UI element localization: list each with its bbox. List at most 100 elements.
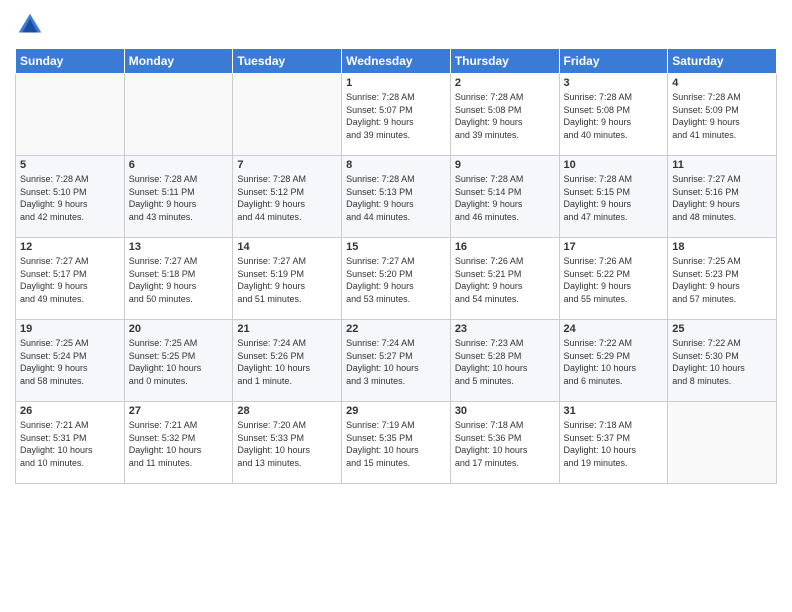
day-info: Sunrise: 7:27 AM Sunset: 5:19 PM Dayligh… [237,255,337,305]
calendar-cell: 20 Sunrise: 7:25 AM Sunset: 5:25 PM Dayli… [124,320,233,402]
day-info: Sunrise: 7:26 AM Sunset: 5:21 PM Dayligh… [455,255,555,305]
calendar-week-3: 12 Sunrise: 7:27 AM Sunset: 5:17 PM Dayli… [16,238,777,320]
calendar-cell: 26Sunrise: 7:21 AM Sunset: 5:31 PM Dayli… [16,402,125,484]
weekday-header-friday: Friday [559,49,668,74]
day-number: 17 [564,241,664,253]
day-info: Sunrise: 7:27 AM Sunset: 5:20 PM Dayligh… [346,255,446,305]
day-info: Sunrise: 7:28 AM Sunset: 5:14 PM Dayligh… [455,173,555,223]
day-info: Sunrise: 7:27 AM Sunset: 5:17 PM Dayligh… [20,255,120,305]
day-info: Sunrise: 7:18 AM Sunset: 5:37 PM Dayligh… [564,419,664,469]
calendar-cell [668,402,777,484]
calendar-cell: 15 Sunrise: 7:27 AM Sunset: 5:20 PM Dayli… [342,238,451,320]
day-number: 5 [20,159,120,171]
day-info: Sunrise: 7:25 AM Sunset: 5:23 PM Dayligh… [672,255,772,305]
day-info: Sunrise: 7:28 AM Sunset: 5:15 PM Dayligh… [564,173,664,223]
day-number: 19 [20,323,120,335]
calendar-cell: 29 Sunrise: 7:19 AM Sunset: 5:35 PM Dayli… [342,402,451,484]
day-info: Sunrise: 7:28 AM Sunset: 5:11 PM Dayligh… [129,173,229,223]
calendar-cell: 11 Sunrise: 7:27 AM Sunset: 5:16 PM Dayli… [668,156,777,238]
day-info: Sunrise: 7:27 AM Sunset: 5:18 PM Dayligh… [129,255,229,305]
day-info: Sunrise: 7:28 AM Sunset: 5:13 PM Dayligh… [346,173,446,223]
calendar-cell: 30 Sunrise: 7:18 AM Sunset: 5:36 PM Dayli… [450,402,559,484]
calendar-cell: 22 Sunrise: 7:24 AM Sunset: 5:27 PM Dayli… [342,320,451,402]
day-info: Sunrise: 7:23 AM Sunset: 5:28 PM Dayligh… [455,337,555,387]
calendar-cell: 31 Sunrise: 7:18 AM Sunset: 5:37 PM Dayli… [559,402,668,484]
day-info: Sunrise: 7:27 AM Sunset: 5:16 PM Dayligh… [672,173,772,223]
day-info: Sunrise: 7:28 AM Sunset: 5:08 PM Dayligh… [455,91,555,141]
calendar-cell [16,74,125,156]
day-info: Sunrise: 7:28 AM Sunset: 5:09 PM Dayligh… [672,91,772,141]
day-info: Sunrise: 7:21 AM Sunset: 5:32 PM Dayligh… [129,419,229,469]
day-number: 4 [672,77,772,89]
calendar-table: SundayMondayTuesdayWednesdayThursdayFrid… [15,48,777,484]
logo-icon [15,10,45,40]
calendar-cell: 1Sunrise: 7:28 AM Sunset: 5:07 PM Daylig… [342,74,451,156]
day-number: 11 [672,159,772,171]
day-number: 16 [455,241,555,253]
day-number: 20 [129,323,229,335]
calendar-cell [233,74,342,156]
day-number: 3 [564,77,664,89]
weekday-header-sunday: Sunday [16,49,125,74]
calendar-cell: 8 Sunrise: 7:28 AM Sunset: 5:13 PM Daylig… [342,156,451,238]
calendar-cell: 23 Sunrise: 7:23 AM Sunset: 5:28 PM Dayli… [450,320,559,402]
calendar-week-4: 19 Sunrise: 7:25 AM Sunset: 5:24 PM Dayli… [16,320,777,402]
page-header [15,10,777,40]
calendar-cell: 19 Sunrise: 7:25 AM Sunset: 5:24 PM Dayli… [16,320,125,402]
day-info: Sunrise: 7:28 AM Sunset: 5:12 PM Dayligh… [237,173,337,223]
calendar-cell: 2 Sunrise: 7:28 AM Sunset: 5:08 PM Daylig… [450,74,559,156]
day-number: 23 [455,323,555,335]
day-number: 27 [129,405,229,417]
calendar-cell: 21Sunrise: 7:24 AM Sunset: 5:26 PM Dayli… [233,320,342,402]
day-info: Sunrise: 7:24 AM Sunset: 5:26 PM Dayligh… [237,337,337,387]
day-number: 10 [564,159,664,171]
day-info: Sunrise: 7:28 AM Sunset: 5:07 PM Dayligh… [346,91,446,141]
calendar-cell: 3 Sunrise: 7:28 AM Sunset: 5:08 PM Daylig… [559,74,668,156]
day-info: Sunrise: 7:24 AM Sunset: 5:27 PM Dayligh… [346,337,446,387]
day-number: 26 [20,405,120,417]
weekday-header-monday: Monday [124,49,233,74]
day-number: 6 [129,159,229,171]
day-info: Sunrise: 7:22 AM Sunset: 5:30 PM Dayligh… [672,337,772,387]
calendar-cell: 28Sunrise: 7:20 AM Sunset: 5:33 PM Dayli… [233,402,342,484]
calendar-cell: 12 Sunrise: 7:27 AM Sunset: 5:17 PM Dayli… [16,238,125,320]
day-number: 31 [564,405,664,417]
day-info: Sunrise: 7:28 AM Sunset: 5:08 PM Dayligh… [564,91,664,141]
day-number: 13 [129,241,229,253]
day-number: 12 [20,241,120,253]
calendar-cell: 17 Sunrise: 7:26 AM Sunset: 5:22 PM Dayli… [559,238,668,320]
calendar-cell: 18Sunrise: 7:25 AM Sunset: 5:23 PM Dayli… [668,238,777,320]
calendar-week-5: 26Sunrise: 7:21 AM Sunset: 5:31 PM Dayli… [16,402,777,484]
calendar-cell: 24Sunrise: 7:22 AM Sunset: 5:29 PM Dayli… [559,320,668,402]
weekday-header-thursday: Thursday [450,49,559,74]
calendar-cell [124,74,233,156]
weekday-header-saturday: Saturday [668,49,777,74]
calendar-cell: 4 Sunrise: 7:28 AM Sunset: 5:09 PM Daylig… [668,74,777,156]
calendar-week-1: 1Sunrise: 7:28 AM Sunset: 5:07 PM Daylig… [16,74,777,156]
day-number: 2 [455,77,555,89]
calendar-week-2: 5Sunrise: 7:28 AM Sunset: 5:10 PM Daylig… [16,156,777,238]
day-info: Sunrise: 7:25 AM Sunset: 5:25 PM Dayligh… [129,337,229,387]
day-info: Sunrise: 7:26 AM Sunset: 5:22 PM Dayligh… [564,255,664,305]
weekday-header-row: SundayMondayTuesdayWednesdayThursdayFrid… [16,49,777,74]
calendar-cell: 7 Sunrise: 7:28 AM Sunset: 5:12 PM Daylig… [233,156,342,238]
day-info: Sunrise: 7:22 AM Sunset: 5:29 PM Dayligh… [564,337,664,387]
logo [15,10,49,40]
calendar-cell: 6 Sunrise: 7:28 AM Sunset: 5:11 PM Daylig… [124,156,233,238]
calendar-cell: 27 Sunrise: 7:21 AM Sunset: 5:32 PM Dayli… [124,402,233,484]
calendar-page: SundayMondayTuesdayWednesdayThursdayFrid… [0,0,792,612]
day-number: 14 [237,241,337,253]
day-info: Sunrise: 7:18 AM Sunset: 5:36 PM Dayligh… [455,419,555,469]
day-number: 25 [672,323,772,335]
day-info: Sunrise: 7:19 AM Sunset: 5:35 PM Dayligh… [346,419,446,469]
day-number: 30 [455,405,555,417]
day-number: 8 [346,159,446,171]
day-number: 22 [346,323,446,335]
weekday-header-tuesday: Tuesday [233,49,342,74]
day-number: 9 [455,159,555,171]
day-number: 15 [346,241,446,253]
day-info: Sunrise: 7:25 AM Sunset: 5:24 PM Dayligh… [20,337,120,387]
calendar-cell: 5Sunrise: 7:28 AM Sunset: 5:10 PM Daylig… [16,156,125,238]
day-number: 29 [346,405,446,417]
day-number: 7 [237,159,337,171]
